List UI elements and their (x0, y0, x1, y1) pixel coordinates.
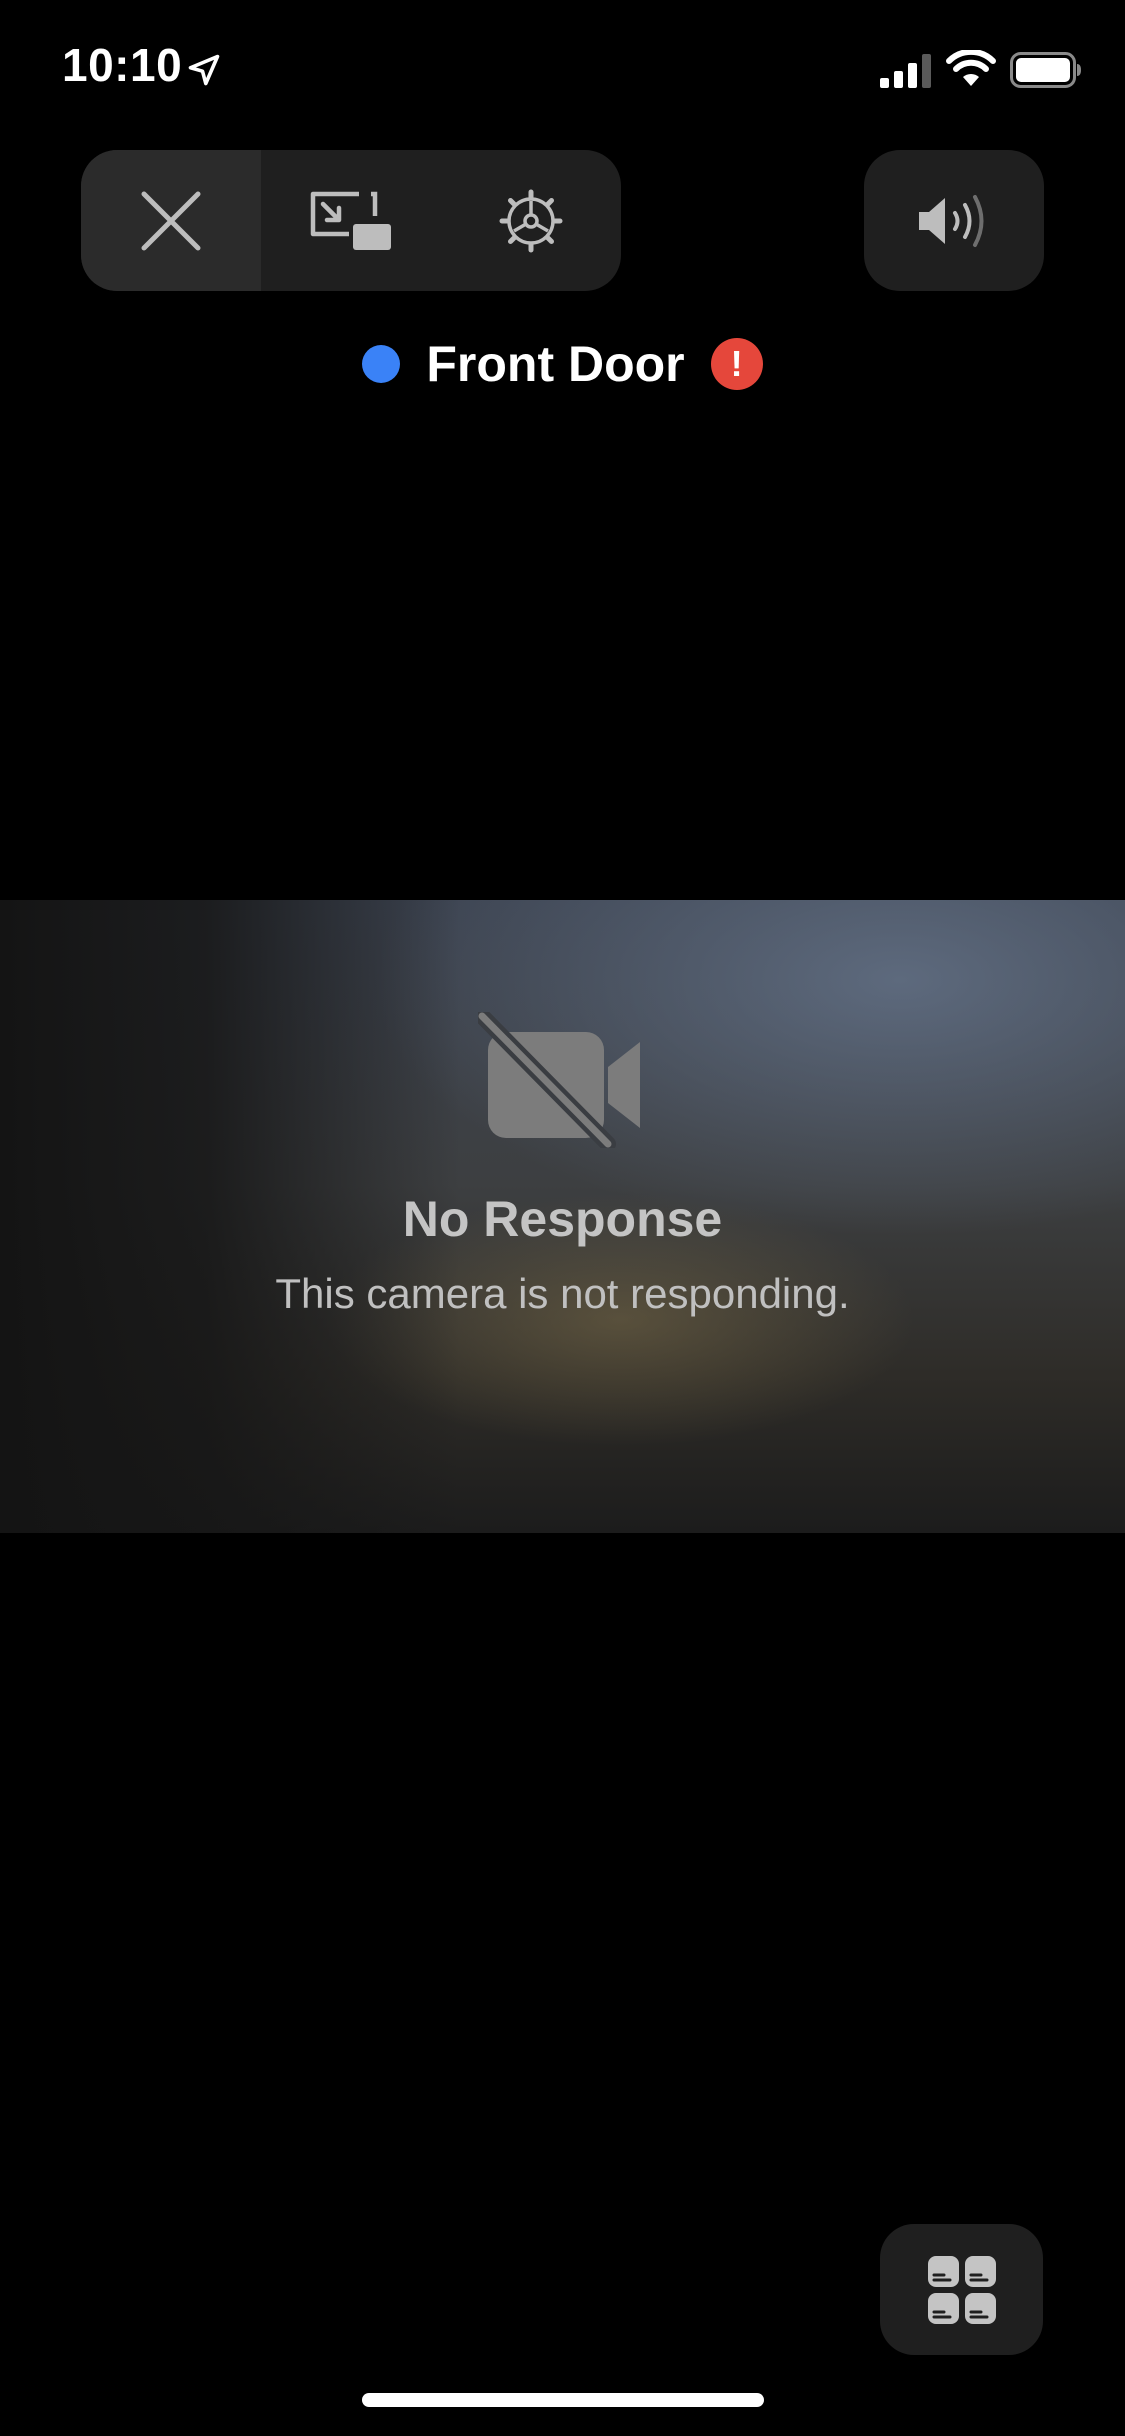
status-bar: 10:10 (0, 0, 1125, 132)
location-arrow-icon (188, 54, 220, 86)
camera-grid-button[interactable] (880, 2224, 1043, 2355)
camera-status-dot (362, 345, 401, 383)
home-indicator[interactable] (362, 2393, 764, 2407)
camera-controls-group (81, 150, 621, 291)
picture-in-picture-icon (310, 191, 391, 250)
no-response-message: This camera is not responding. (275, 1270, 850, 1317)
camera-title-row: Front Door ! (0, 324, 1125, 404)
battery-icon (1010, 52, 1081, 88)
status-time: 10:10 (62, 39, 183, 91)
alert-symbol: ! (730, 343, 743, 384)
speaker-volume-icon (919, 194, 984, 247)
camera-settings-button[interactable] (441, 150, 621, 291)
camera-name: Front Door (426, 336, 685, 392)
close-button[interactable] (81, 150, 261, 291)
alert-badge[interactable]: ! (710, 338, 763, 390)
close-icon (141, 191, 201, 250)
picture-in-picture-button[interactable] (261, 150, 441, 291)
no-response-title: No Response (402, 1191, 723, 1247)
cellular-signal-icon (880, 54, 931, 88)
camera-feed[interactable]: No Response This camera is not respondin… (0, 900, 1125, 1533)
volume-button[interactable] (864, 150, 1044, 291)
video-off-icon (478, 1012, 640, 1148)
wifi-icon (946, 50, 996, 86)
gear-icon (499, 189, 563, 252)
camera-grid-icon (927, 2255, 996, 2324)
